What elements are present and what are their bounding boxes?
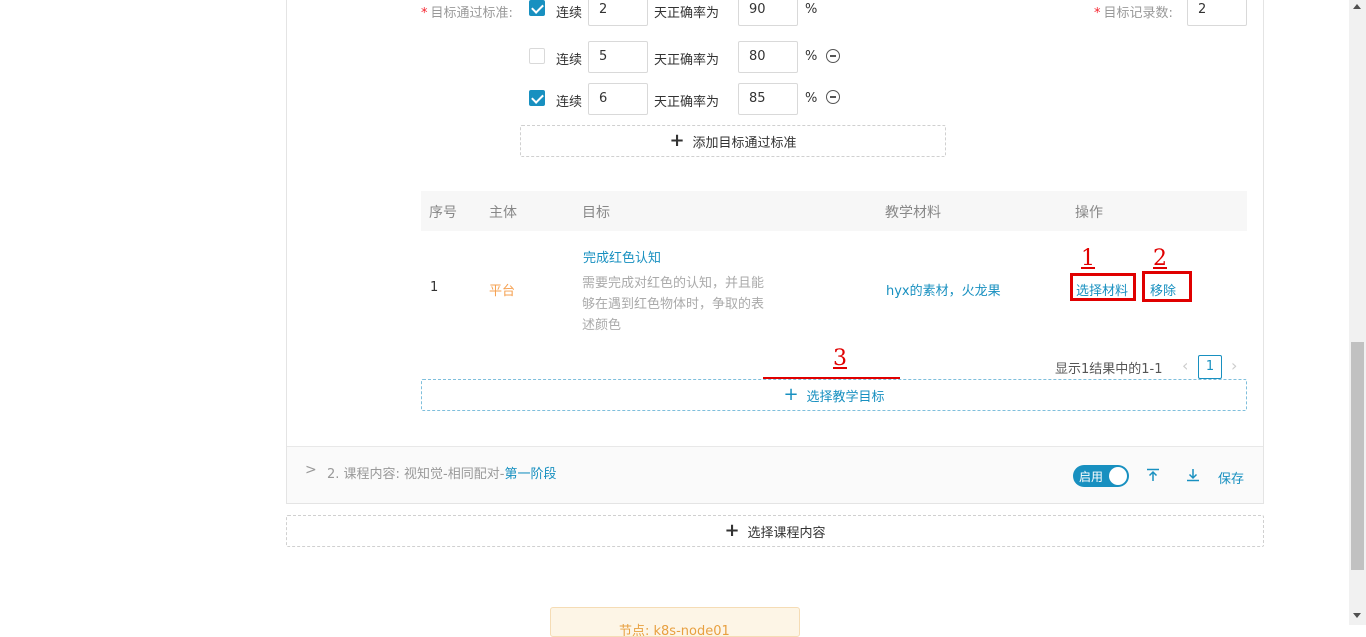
criteria-row2-count-input[interactable]: 5 [588,41,648,73]
page-1-button[interactable]: 1 [1198,355,1222,379]
criteria-row1-unit: % [805,2,818,17]
goal-table-header: 序号 主体 目标 教学材料 操作 [421,191,1247,231]
header-subject: 主体 [489,205,517,221]
annotation-number-2: 2 [1153,246,1167,271]
prev-page-icon[interactable]: ‹ [1182,356,1188,375]
pagination-summary: 显示1结果中的1-1 [1055,362,1163,377]
header-actions: 操作 [1075,205,1103,221]
record-count-label: * 目标记录数: [1094,6,1173,21]
vertical-scrollbar[interactable] [1349,0,1366,625]
enable-toggle[interactable]: 启用 [1073,465,1129,487]
row-subject: 平台 [489,284,516,299]
criteria-row2-accuracy-label: 天正确率为 [654,53,720,68]
course-title: 2. 课程内容: 视知觉-相同配对-第一阶段 [327,467,557,482]
move-to-top-icon[interactable] [1146,468,1160,482]
select-course-button[interactable]: + 选择课程内容 [286,515,1264,547]
criteria-row3-rate-input[interactable]: 85 [738,83,798,115]
annotation-box-2 [1142,271,1192,302]
record-count-input[interactable]: 2 [1187,0,1247,26]
add-criteria-button[interactable]: + 添加目标通过标准 [520,125,946,157]
plus-icon: + [783,384,799,405]
criteria-row2-unit: % [805,49,818,64]
row-materials[interactable]: hyx的素材，火龙果 [886,280,1001,299]
node-info-text: 节点: k8s-node01 [619,624,730,637]
scroll-down-icon[interactable] [1353,613,1361,618]
select-goal-button[interactable]: + 选择教学目标 [421,379,1247,411]
criteria-row3-checkbox[interactable] [529,90,545,106]
header-materials: 教学材料 [885,205,941,221]
scroll-up-icon[interactable] [1353,4,1361,9]
annotation-number-3: 3 [833,346,847,371]
criteria-row1-rate-input[interactable]: 90 [738,0,798,26]
annotation-number-1: 1 [1081,246,1095,271]
header-goal: 目标 [582,205,610,221]
annotation-box-1 [1070,273,1136,301]
criteria-row1-count-input[interactable]: 2 [588,0,648,26]
criteria-row3-unit: % [805,91,818,106]
header-index: 序号 [429,205,457,221]
criteria-row2-consecutive-label: 连续 [556,53,583,68]
criteria-row1-checkbox[interactable] [529,0,545,16]
next-page-icon[interactable]: › [1231,356,1237,375]
scrollbar-thumb[interactable] [1351,342,1364,570]
criteria-row3-accuracy-label: 天正确率为 [654,95,720,110]
move-to-bottom-icon[interactable] [1186,468,1200,482]
criteria-row2-checkbox[interactable] [529,48,545,64]
criteria-row2-rate-input[interactable]: 80 [738,41,798,73]
remove-criteria-row3-icon[interactable] [826,90,840,104]
node-info-box: 节点: k8s-node01 [550,607,800,637]
expand-chevron-icon[interactable]: > [305,462,317,478]
criteria-label: * 目标通过标准: [421,6,513,21]
criteria-row1-accuracy-label: 天正确率为 [654,6,720,21]
select-goal-label: 选择教学目标 [806,389,885,405]
plus-icon: + [724,520,740,541]
save-button[interactable]: 保存 [1218,468,1244,487]
row-index: 1 [430,280,439,295]
criteria-row1-consecutive-label: 连续 [556,6,583,21]
plus-icon: + [669,130,685,151]
add-criteria-label: 添加目标通过标准 [692,135,797,151]
row-goal-description: 需要完成对红色的认知，并且能 够在遇到红色物体时，争取的表 述颜色 [582,276,765,333]
row-goal-title[interactable]: 完成红色认知 [583,247,661,266]
criteria-row3-consecutive-label: 连续 [556,95,583,110]
remove-criteria-row2-icon[interactable] [826,49,840,63]
criteria-row3-count-input[interactable]: 6 [588,83,648,115]
select-course-label: 选择课程内容 [747,525,826,541]
